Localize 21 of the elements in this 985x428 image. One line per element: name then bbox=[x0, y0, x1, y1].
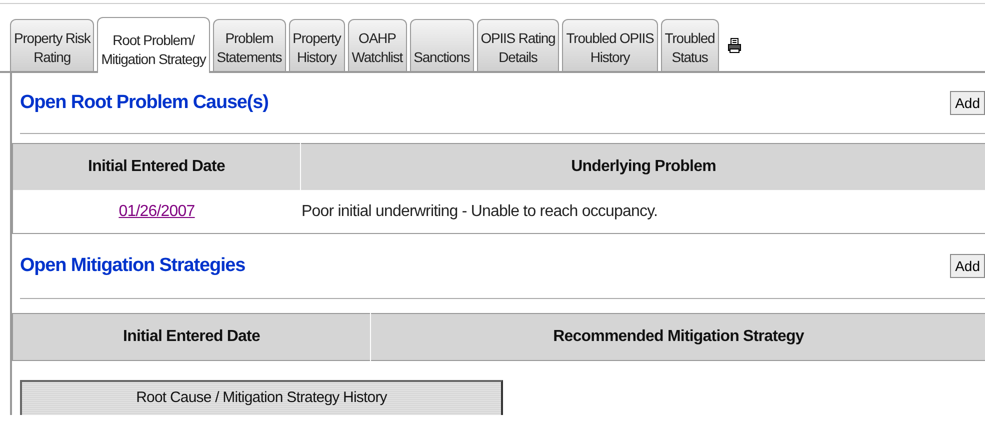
tab[interactable]: Sanctions bbox=[410, 19, 474, 71]
tab[interactable]: Property History bbox=[288, 19, 345, 71]
tab[interactable]: Troubled Status bbox=[660, 19, 719, 71]
column-header: Underlying Problem bbox=[300, 144, 985, 190]
column-header: Recommended Mitigation Strategy bbox=[370, 314, 985, 360]
add-button[interactable]: Add bbox=[950, 254, 985, 278]
tab[interactable]: Troubled OPIIS History bbox=[562, 19, 658, 71]
tab[interactable]: Property Risk Rating bbox=[10, 19, 94, 71]
section-heading: Open Root Problem Cause(s) bbox=[20, 92, 268, 114]
printer-icon[interactable] bbox=[728, 38, 741, 53]
date-link[interactable]: 01/26/2007 bbox=[118, 202, 195, 220]
section-heading: Open Mitigation Strategies bbox=[20, 255, 246, 277]
add-button[interactable]: Add bbox=[950, 91, 985, 115]
tab[interactable]: Root Problem/ Mitigation Strategy bbox=[97, 17, 210, 73]
column-header: Initial Entered Date bbox=[12, 144, 300, 190]
table-cell: Poor initial underwriting - Unable to reach occupancy. bbox=[300, 190, 985, 234]
history-button[interactable]: Root Cause / Mitigation Strategy History bbox=[20, 380, 503, 415]
tab[interactable]: OAHP Watchlist bbox=[348, 19, 407, 71]
column-header: Initial Entered Date bbox=[12, 314, 370, 360]
tab[interactable]: OPIIS Rating Details bbox=[476, 19, 560, 71]
tab[interactable]: Problem Statements bbox=[212, 19, 286, 71]
